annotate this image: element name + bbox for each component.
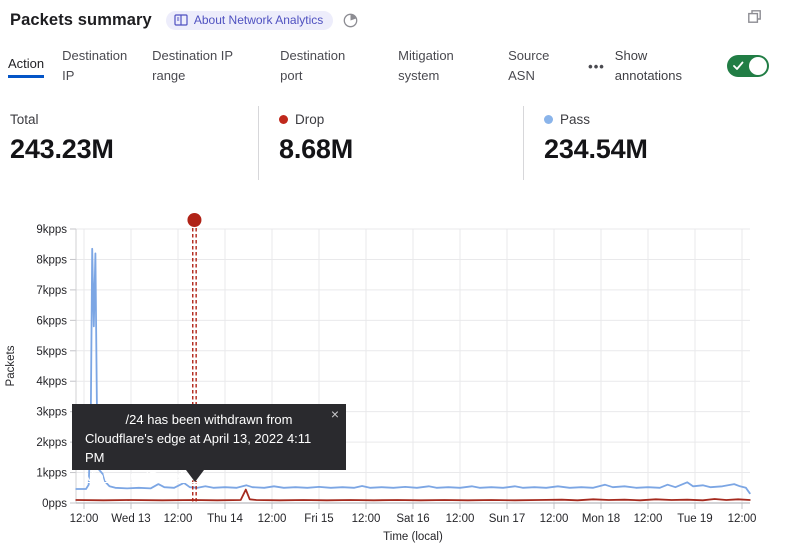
stat-label: Drop bbox=[295, 112, 324, 127]
y-tick-label: 4kpps bbox=[36, 376, 67, 388]
x-tick-label: Fri 15 bbox=[304, 513, 333, 525]
stat-drop: Drop 8.68M bbox=[258, 106, 523, 180]
x-tick-label: 12:00 bbox=[70, 513, 99, 525]
tabs: Action Destination IP Destination IP range… bbox=[8, 46, 588, 86]
x-tick-label: Mon 18 bbox=[582, 513, 620, 525]
tooltip-line1: /24 has been withdrawn from bbox=[85, 410, 333, 429]
x-tick-label: Thu 14 bbox=[207, 513, 243, 525]
toggle-knob bbox=[749, 57, 767, 75]
y-tick-label: 6kpps bbox=[36, 315, 67, 327]
y-axis-title: Packets bbox=[5, 345, 17, 386]
x-tick-label: Sat 16 bbox=[396, 513, 429, 525]
x-axis-title: Time (local) bbox=[383, 531, 443, 543]
stat-total: Total 243.23M bbox=[0, 106, 258, 180]
card-header: Packets summary About Network Analytics bbox=[10, 8, 775, 32]
y-tick-label: 5kpps bbox=[36, 346, 67, 358]
x-tick-label: 12:00 bbox=[540, 513, 569, 525]
annotations-toggle[interactable] bbox=[727, 55, 769, 77]
pass-legend-dot bbox=[544, 115, 553, 124]
x-tick-label: 12:00 bbox=[728, 513, 757, 525]
tab-destination-ip[interactable]: Destination IP bbox=[62, 46, 134, 86]
stat-value: 234.54M bbox=[544, 134, 785, 165]
show-annotations-label: Show annotations bbox=[615, 46, 705, 86]
stats-row: Total 243.23M Drop 8.68M Pass 234.54M bbox=[0, 106, 785, 180]
annotation-dot[interactable] bbox=[187, 213, 201, 227]
annotation-tooltip: × /24 has been withdrawn from Cloudflare… bbox=[72, 404, 346, 470]
x-tick-label: Tue 19 bbox=[677, 513, 712, 525]
tooltip-line2: Cloudflare's edge at April 13, 2022 4:11… bbox=[85, 429, 333, 467]
tab-source-asn[interactable]: Source ASN bbox=[508, 46, 560, 86]
ellipsis-icon[interactable]: ••• bbox=[588, 59, 605, 74]
x-tick-label: 12:00 bbox=[258, 513, 287, 525]
stat-value: 8.68M bbox=[279, 134, 523, 165]
close-icon[interactable]: × bbox=[331, 405, 339, 424]
x-tick-label: 12:00 bbox=[164, 513, 193, 525]
tab-destination-port[interactable]: Destination port bbox=[280, 46, 358, 86]
tab-destination-ip-range[interactable]: Destination IP range bbox=[152, 46, 240, 86]
popout-icon[interactable] bbox=[746, 8, 763, 30]
badge-label: About Network Analytics bbox=[194, 13, 323, 27]
check-icon bbox=[733, 61, 744, 71]
packets-chart: 0pps 1kpps 2kpps 3kpps 4kpps 5kpps 6kpps 7kpps 8… bbox=[0, 205, 785, 555]
y-tick-label: 1kpps bbox=[36, 468, 67, 480]
stat-label: Pass bbox=[560, 112, 590, 127]
y-tick-label: 9kpps bbox=[36, 224, 67, 236]
x-tick-label: 12:00 bbox=[634, 513, 663, 525]
y-tick-label: 7kpps bbox=[36, 285, 67, 297]
x-tick-label: Sun 17 bbox=[489, 513, 525, 525]
y-tick-label: 3kpps bbox=[36, 407, 67, 419]
about-network-analytics-badge[interactable]: About Network Analytics bbox=[166, 11, 333, 30]
drop-legend-dot bbox=[279, 115, 288, 124]
y-tick-label: 0pps bbox=[42, 498, 67, 510]
y-tick-label: 8kpps bbox=[36, 254, 67, 266]
stat-label: Total bbox=[10, 112, 39, 127]
x-tick-label: 12:00 bbox=[352, 513, 381, 525]
y-tick-label: 2kpps bbox=[36, 437, 67, 449]
tabs-row: Action Destination IP Destination IP range… bbox=[8, 46, 769, 86]
tab-action[interactable]: Action bbox=[8, 54, 44, 78]
tooltip-caret bbox=[186, 470, 204, 482]
x-tick-label: Wed 13 bbox=[111, 513, 150, 525]
x-tick-label: 12:00 bbox=[446, 513, 475, 525]
page-title: Packets summary bbox=[10, 11, 152, 30]
book-icon bbox=[174, 14, 188, 26]
stat-value: 243.23M bbox=[10, 134, 258, 165]
time-period-icon[interactable] bbox=[342, 12, 359, 29]
tab-mitigation-system[interactable]: Mitigation system bbox=[398, 46, 476, 86]
stat-pass: Pass 234.54M bbox=[523, 106, 785, 180]
